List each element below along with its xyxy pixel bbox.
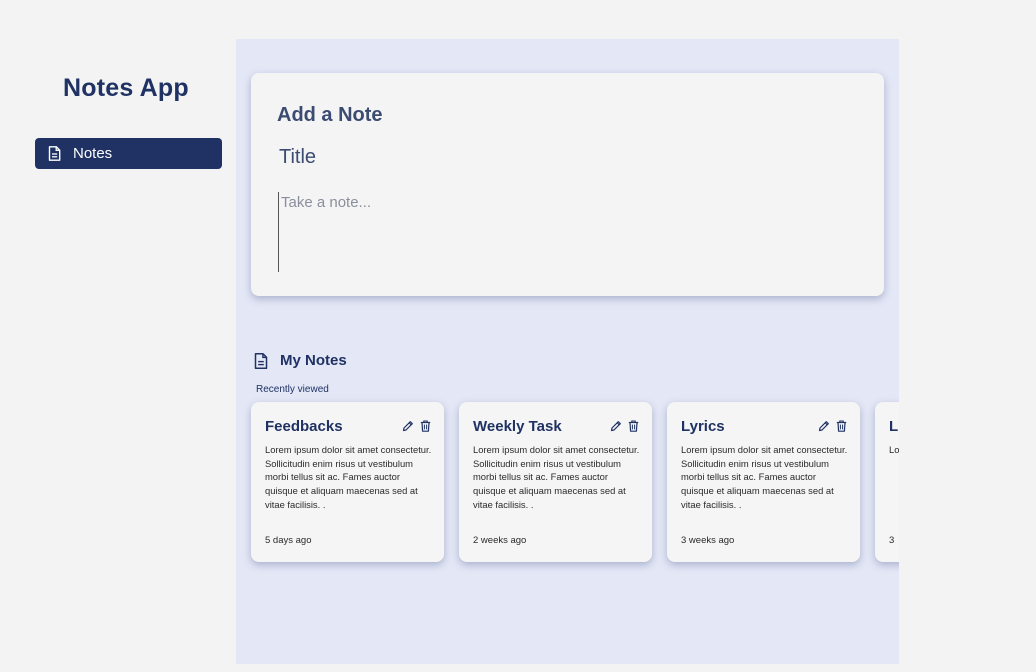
main-content: Add a Note My Notes Recently viewed Feed…	[236, 39, 899, 664]
note-title: Lyrics	[681, 417, 725, 435]
note-card[interactable]: Lyrics Lorem ipsum dolor sit amet consec…	[667, 402, 860, 562]
note-card[interactable]: Feedbacks Lorem ipsum dolor sit amet con…	[251, 402, 444, 562]
note-body: Lo co ris sit al fa	[889, 444, 899, 455]
sidebar-item-notes[interactable]: Notes	[35, 138, 222, 169]
note-timestamp: 2 weeks ago	[473, 535, 527, 546]
note-card[interactable]: L Lo co ris sit al fa 3	[875, 402, 899, 562]
note-title: Weekly Task	[473, 417, 562, 435]
note-card[interactable]: Weekly Task Lorem ipsum dolor sit amet c…	[459, 402, 652, 562]
document-icon	[48, 146, 61, 161]
edit-icon[interactable]	[610, 420, 622, 432]
note-body: Lorem ipsum dolor sit amet consectetur. …	[473, 444, 640, 510]
note-title: Feedbacks	[265, 417, 343, 435]
note-timestamp: 3	[889, 535, 895, 546]
note-body: Lorem ipsum dolor sit amet consectetur. …	[681, 444, 848, 510]
my-notes-header: My Notes	[254, 352, 347, 369]
sidebar-item-label: Notes	[73, 145, 113, 162]
note-timestamp: 5 days ago	[265, 535, 312, 546]
delete-icon[interactable]	[420, 420, 431, 432]
app-title: Notes App	[63, 74, 189, 102]
note-timestamp: 3 weeks ago	[681, 535, 735, 546]
document-icon	[254, 352, 268, 369]
delete-icon[interactable]	[836, 420, 847, 432]
edit-icon[interactable]	[818, 420, 830, 432]
title-input[interactable]	[277, 143, 837, 171]
note-input[interactable]	[278, 192, 858, 272]
add-note-card: Add a Note	[251, 73, 884, 296]
delete-icon[interactable]	[628, 420, 639, 432]
recently-viewed-label: Recently viewed	[256, 384, 329, 395]
note-title: L	[889, 417, 899, 435]
edit-icon[interactable]	[402, 420, 414, 432]
my-notes-title: My Notes	[280, 352, 347, 369]
sidebar: Notes App Notes	[0, 0, 236, 672]
note-body: Lorem ipsum dolor sit amet consectetur. …	[265, 444, 432, 510]
add-note-heading: Add a Note	[277, 104, 383, 126]
